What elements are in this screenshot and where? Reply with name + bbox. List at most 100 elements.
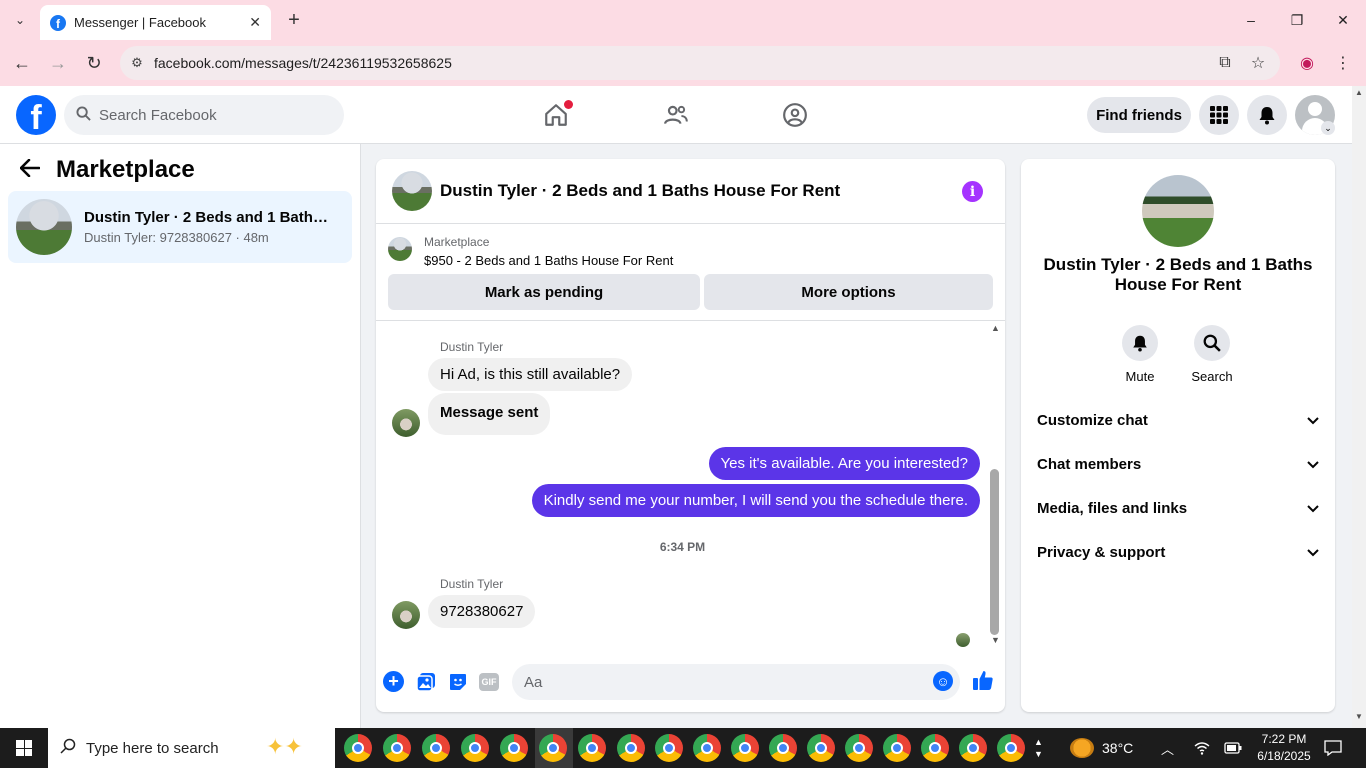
facebook-search[interactable] [64, 95, 344, 135]
mute-action[interactable]: Mute [1110, 325, 1170, 384]
chat-members-section[interactable]: Chat members [1037, 442, 1319, 486]
tab-close-icon[interactable]: ✕ [249, 14, 261, 31]
chat-header-thumbnail[interactable] [392, 171, 432, 211]
chrome-taskbar-icon[interactable] [845, 734, 873, 762]
taskbar-overflow-arrows-icon[interactable]: ▲ ▼ [1034, 728, 1043, 768]
search-icon [60, 738, 76, 759]
gif-icon[interactable]: GIF [479, 673, 499, 691]
close-window-button[interactable]: ✕ [1320, 0, 1366, 40]
copilot-sparkle-icon[interactable]: ✦✦ [266, 734, 303, 760]
page-scrollbar[interactable]: ▲ ▼ [1352, 86, 1366, 728]
more-options-button[interactable]: More options [704, 274, 993, 310]
groups-icon[interactable] [780, 100, 810, 130]
message-scrollbar[interactable] [990, 469, 999, 635]
back-arrow-icon[interactable] [19, 157, 41, 183]
tray-chevron-up-icon[interactable]: ︿ [1161, 728, 1174, 768]
menu-grid-icon[interactable] [1199, 95, 1239, 135]
browser-menu-icon[interactable]: ⋮ [1331, 51, 1355, 75]
media-files-links-section[interactable]: Media, files and links [1037, 486, 1319, 530]
account-chevron-icon[interactable]: ⌄ [1321, 121, 1335, 135]
find-friends-button[interactable]: Find friends [1087, 97, 1191, 133]
profile-icon[interactable]: ◉ [1295, 51, 1319, 75]
incoming-message[interactable]: Message sent [428, 393, 551, 435]
listing-thumbnail [16, 199, 72, 255]
notification-center-icon[interactable] [1324, 728, 1342, 768]
outgoing-message[interactable]: Kindly send me your number, I will send … [531, 484, 980, 517]
taskbar-search[interactable]: Type here to search ✦✦ [48, 728, 335, 768]
message-input[interactable] [524, 673, 924, 691]
conversation-item[interactable]: Dustin Tyler · 2 Beds and 1 Baths House … [8, 191, 352, 263]
tab-search-chevron-icon[interactable]: ⌄ [8, 8, 32, 32]
chrome-taskbar-icon[interactable] [807, 734, 835, 762]
chrome-taskbar-icon[interactable] [539, 734, 567, 762]
search-action[interactable]: Search [1182, 325, 1242, 384]
message-input-box[interactable] [512, 664, 960, 700]
chrome-taskbar-icon[interactable] [883, 734, 911, 762]
chat-title[interactable]: Dustin Tyler · 2 Beds and 1 Baths House … [440, 181, 840, 201]
chrome-taskbar-icon[interactable] [655, 734, 683, 762]
friends-icon[interactable] [661, 100, 691, 130]
like-thumbs-up-icon[interactable] [972, 669, 994, 697]
bookmark-star-icon[interactable]: ☆ [1246, 51, 1270, 75]
forward-icon[interactable]: → [45, 50, 71, 76]
mark-as-pending-button[interactable]: Mark as pending [388, 274, 700, 310]
browser-tab[interactable]: f Messenger | Facebook ✕ [40, 5, 271, 40]
site-settings-icon[interactable]: ⚙ [120, 55, 154, 71]
search-icon[interactable] [1194, 325, 1230, 361]
clock-date: 6/18/2025 [1257, 749, 1311, 763]
chrome-taskbar-icon[interactable] [959, 734, 987, 762]
conversation-info-icon[interactable]: i [962, 181, 983, 202]
chrome-taskbar-icon[interactable] [769, 734, 797, 762]
back-icon[interactable]: ← [9, 50, 35, 76]
listing-profile-image[interactable] [1142, 175, 1214, 247]
address-bar[interactable]: ⚙ facebook.com/messages/t/24236119532658… [120, 46, 1280, 80]
facebook-search-input[interactable] [99, 106, 319, 124]
message-list[interactable]: Dustin Tyler Hi Ad, is this still availa… [376, 321, 1005, 651]
chrome-taskbar-icon[interactable] [422, 734, 450, 762]
bell-icon[interactable] [1122, 325, 1158, 361]
battery-icon[interactable] [1224, 728, 1242, 768]
facebook-logo-icon[interactable]: f [16, 95, 56, 135]
install-app-icon[interactable]: ⧉ [1213, 51, 1237, 75]
chrome-taskbar-icon[interactable] [500, 734, 528, 762]
chrome-taskbar-icon[interactable] [578, 734, 606, 762]
sender-avatar[interactable] [392, 409, 420, 437]
reload-icon[interactable]: ↻ [81, 50, 107, 76]
browser-tab-bar: ⌄ f Messenger | Facebook ✕ + – ❐ ✕ [0, 0, 1366, 40]
chrome-taskbar-icon[interactable] [731, 734, 759, 762]
weather-widget[interactable]: 38°C [1070, 728, 1133, 768]
incoming-message[interactable]: 9728380627 [428, 595, 536, 628]
chrome-taskbar-icon[interactable] [383, 734, 411, 762]
notification-dot [564, 100, 573, 109]
outgoing-message[interactable]: Yes it's available. Are you interested? [708, 447, 980, 480]
minimize-button[interactable]: – [1228, 0, 1274, 40]
notifications-bell-icon[interactable] [1247, 95, 1287, 135]
section-label: Privacy & support [1037, 543, 1166, 561]
new-tab-icon[interactable]: + [282, 8, 306, 32]
chrome-taskbar-icon[interactable] [461, 734, 489, 762]
incoming-message[interactable]: Hi Ad, is this still available? [428, 358, 633, 391]
marketplace-listing[interactable]: Marketplace $950 - 2 Beds and 1 Baths Ho… [388, 235, 673, 268]
scroll-up-arrow-icon[interactable]: ▲ [1355, 88, 1363, 97]
chrome-taskbar-icon[interactable] [921, 734, 949, 762]
chrome-taskbar-icon[interactable] [997, 734, 1025, 762]
sticker-icon[interactable] [447, 671, 469, 693]
scroll-up-arrow-icon[interactable]: ▲ [991, 323, 1000, 333]
sender-avatar[interactable] [392, 601, 420, 629]
scroll-down-arrow-icon[interactable]: ▼ [991, 635, 1000, 645]
system-clock[interactable]: 7:22 PM 6/18/2025 [1252, 731, 1316, 765]
chat-panel: Dustin Tyler · 2 Beds and 1 Baths House … [376, 159, 1005, 712]
emoji-icon[interactable]: ☺ [933, 671, 953, 691]
maximize-button[interactable]: ❐ [1274, 0, 1320, 40]
scroll-down-arrow-icon[interactable]: ▼ [1355, 712, 1363, 721]
more-actions-plus-icon[interactable]: + [383, 671, 404, 692]
attach-photo-icon[interactable] [415, 671, 437, 693]
privacy-support-section[interactable]: Privacy & support [1037, 530, 1319, 574]
customize-chat-section[interactable]: Customize chat [1037, 398, 1319, 442]
chrome-taskbar-icon[interactable] [344, 734, 372, 762]
chrome-taskbar-icon[interactable] [617, 734, 645, 762]
start-button[interactable] [0, 728, 48, 768]
chrome-taskbar-icon[interactable] [693, 734, 721, 762]
url-text: facebook.com/messages/t/2423611953265862… [154, 55, 452, 71]
wifi-icon[interactable] [1194, 728, 1210, 768]
